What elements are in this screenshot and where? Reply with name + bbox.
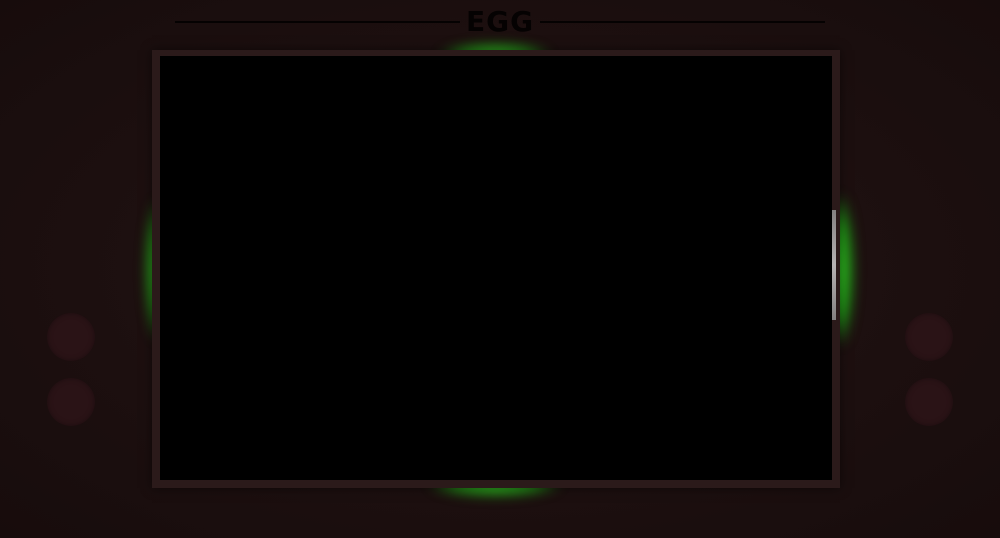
game-title: EGG	[465, 5, 535, 38]
title-divider-left	[175, 21, 460, 23]
title-divider-right	[540, 21, 825, 23]
left-button-2[interactable]	[47, 378, 95, 426]
title-bar: EGG	[175, 4, 825, 40]
right-button-1[interactable]	[905, 313, 953, 361]
game-screen[interactable]	[160, 56, 832, 480]
left-button-1[interactable]	[47, 313, 95, 361]
right-button-2[interactable]	[905, 378, 953, 426]
game-console: EGG	[0, 0, 1000, 538]
screen-edge-highlight	[832, 210, 836, 320]
